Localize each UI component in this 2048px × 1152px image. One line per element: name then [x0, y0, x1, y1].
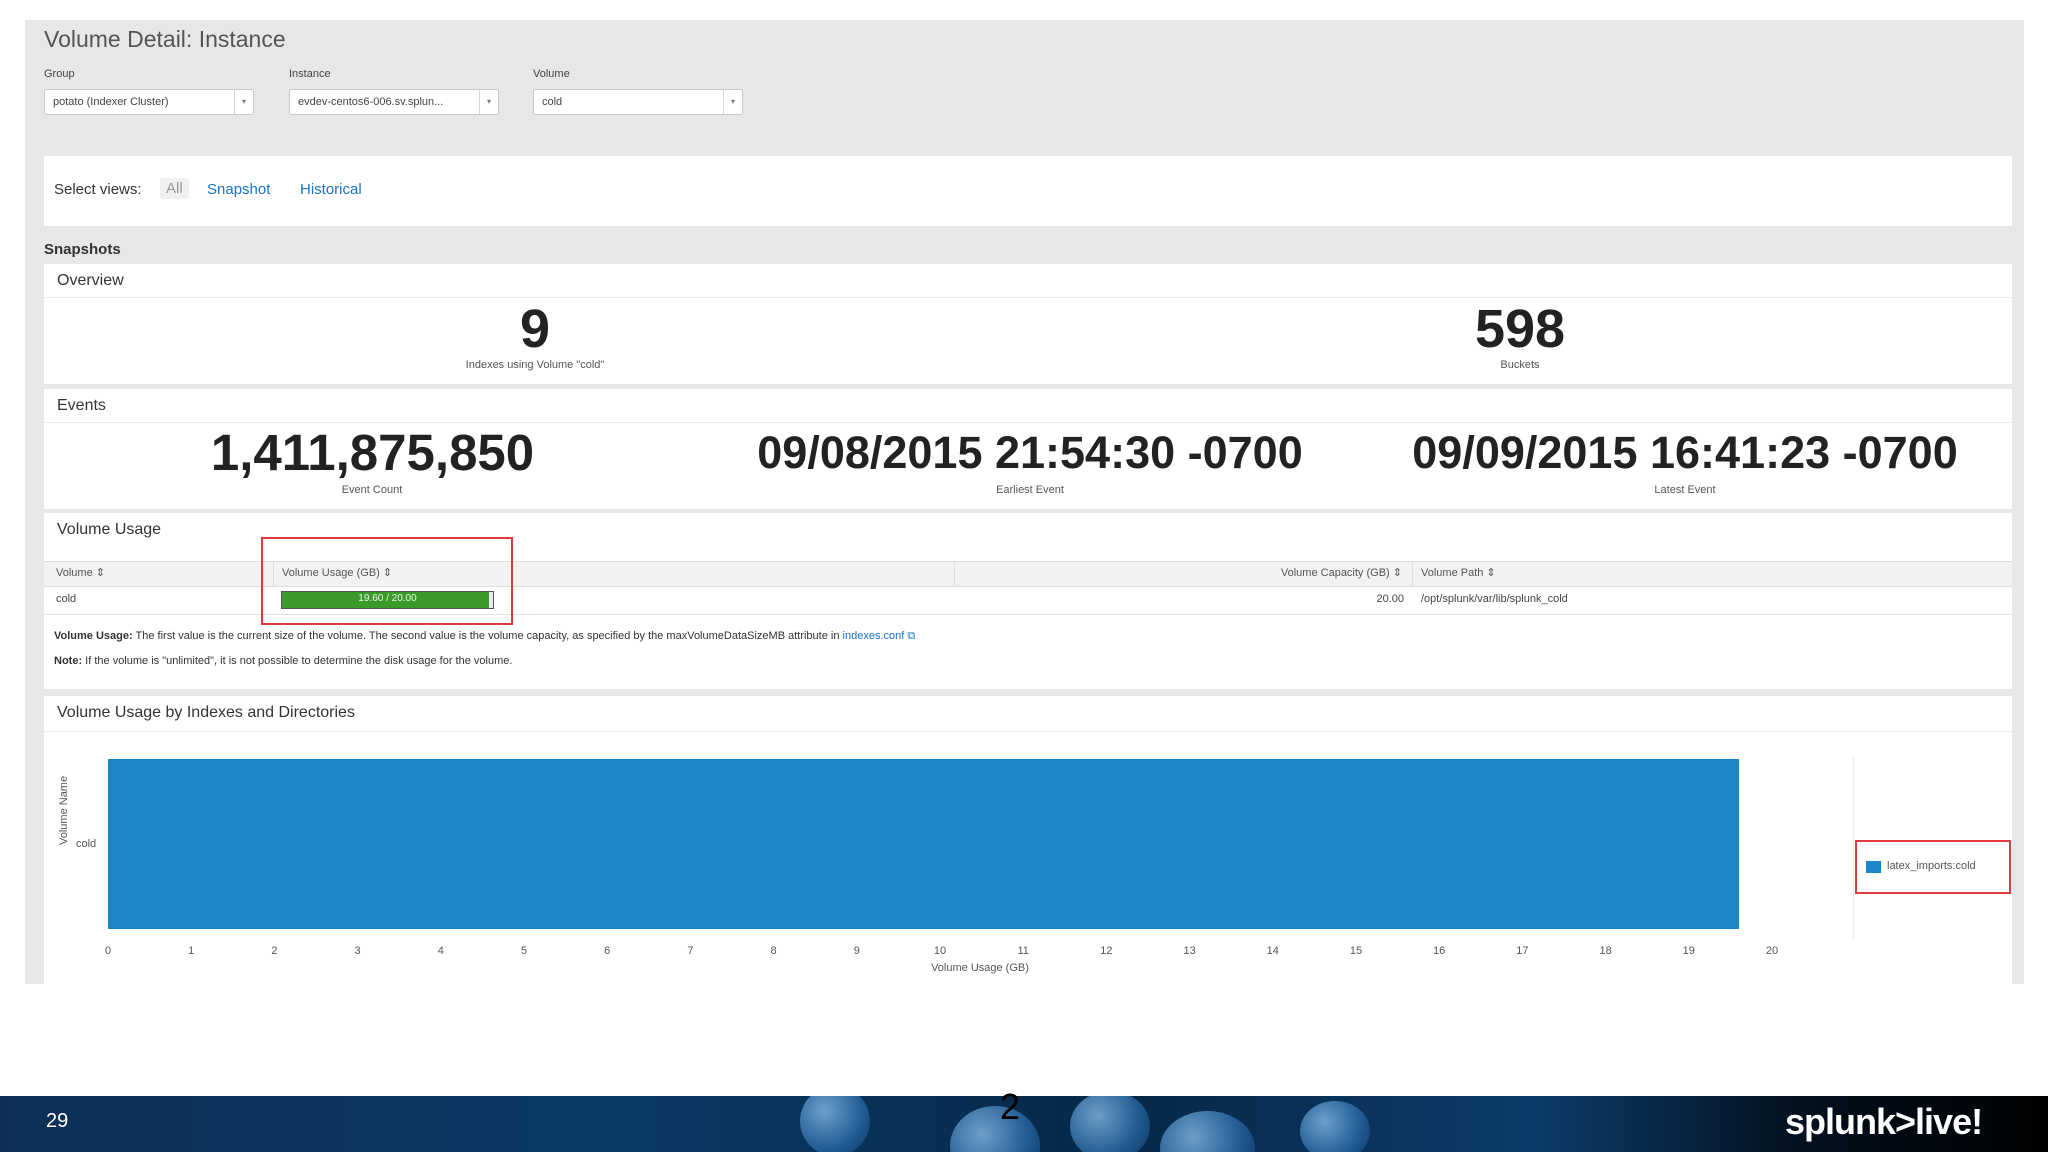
x-tick-label: 12: [1100, 945, 1113, 957]
cell-path: /opt/splunk/var/lib/splunk_cold: [1421, 593, 1568, 605]
column-divider: [954, 562, 955, 586]
volume-usage-note-2: Note: If the volume is "unlimited", it i…: [54, 655, 513, 667]
instance-dropdown[interactable]: evdev-centos6-006.sv.splun... ▾: [289, 89, 499, 115]
x-tick-label: 9: [853, 945, 860, 957]
chart-x-axis-label: Volume Usage (GB): [931, 962, 1029, 974]
x-tick-label: 4: [437, 945, 444, 957]
instance-value: evdev-centos6-006.sv.splun...: [298, 96, 444, 108]
chart-bar[interactable]: [108, 759, 1739, 929]
column-header-capacity[interactable]: Volume Capacity (GB) ⇕: [1170, 566, 1402, 579]
latest-event-label: Latest Event: [1654, 484, 1716, 496]
decor-bubble: [1160, 1111, 1255, 1152]
page-title: Volume Detail: Instance: [44, 26, 286, 52]
x-tick-label: 6: [604, 945, 611, 957]
chevron-down-icon[interactable]: ▾: [479, 90, 498, 114]
decor-bubble: [950, 1106, 1040, 1152]
volume-dropdown[interactable]: cold ▾: [533, 89, 743, 115]
legend-divider: [1853, 755, 1854, 940]
external-link-icon[interactable]: ⧉: [907, 630, 915, 642]
volume-label: Volume: [533, 68, 570, 80]
volume-value: cold: [542, 96, 563, 108]
event-count-label: Event Count: [341, 484, 403, 496]
x-tick-label: 7: [687, 945, 694, 957]
cell-capacity: 20.00: [1376, 593, 1404, 605]
x-tick-label: 10: [933, 945, 947, 957]
volume-usage-title: Volume Usage: [57, 521, 162, 538]
x-tick-label: 19: [1682, 945, 1695, 957]
legend-swatch: [1866, 861, 1881, 873]
decor-bubble: [800, 1096, 870, 1152]
chart-y-axis-label: Volume Name: [58, 775, 70, 845]
x-tick-label: 5: [520, 945, 528, 957]
legend-label[interactable]: latex_imports:cold: [1887, 860, 1976, 872]
buckets-count: 598: [1474, 299, 1566, 359]
divider: [44, 297, 2012, 298]
column-divider: [1412, 562, 1413, 586]
chart-category-label: cold: [76, 838, 97, 850]
earliest-event-label: Earliest Event: [996, 484, 1064, 496]
indexes-conf-link[interactable]: indexes.conf: [843, 630, 905, 642]
x-tick-label: 13: [1183, 945, 1196, 957]
indexes-count: 9: [519, 299, 551, 359]
x-tick-label: 3: [354, 945, 361, 957]
view-snapshot-link[interactable]: Snapshot: [207, 181, 270, 198]
latest-event: 09/09/2015 16:41:23 -0700: [1412, 427, 1958, 478]
group-dropdown[interactable]: potato (Indexer Cluster) ▾: [44, 89, 254, 115]
x-tick-label: 1: [188, 945, 195, 957]
x-tick-label: 8: [770, 945, 777, 957]
decor-bubble: [1300, 1101, 1370, 1152]
group-label: Group: [44, 68, 75, 80]
x-tick-label: 2: [271, 945, 278, 957]
splunk-live-logo: splunk>live!: [1785, 1101, 1983, 1142]
chart-x-ticks: 0 1 2 3 4 5 6 7 8 9 10 11 12 13 14 15 16 17 18 19 20: [0, 945, 2048, 961]
slide-number: 29: [46, 1110, 69, 1132]
select-views-label: Select views:: [54, 181, 142, 198]
column-header-path[interactable]: Volume Path ⇕: [1421, 566, 1496, 579]
highlight-box: [261, 537, 513, 625]
group-value: potato (Indexer Cluster): [53, 96, 169, 108]
x-tick-label: 20: [1765, 945, 1779, 957]
x-tick-label: 16: [1433, 945, 1446, 957]
x-tick-label: 14: [1266, 945, 1279, 957]
overview-title: Overview: [57, 272, 124, 289]
x-tick-label: 18: [1599, 945, 1612, 957]
instance-label: Instance: [289, 68, 331, 80]
chevron-down-icon[interactable]: ▾: [234, 90, 253, 114]
snapshots-heading: Snapshots: [44, 241, 121, 258]
chevron-down-icon[interactable]: ▾: [723, 90, 742, 114]
presentation-footer: [0, 1096, 2048, 1152]
decor-bubble: [1070, 1096, 1150, 1152]
x-tick-label: 0: [104, 945, 112, 957]
column-header-volume[interactable]: Volume ⇕: [56, 566, 105, 579]
buckets-count-label: Buckets: [1500, 359, 1540, 371]
events-title: Events: [57, 397, 106, 414]
x-tick-label: 11: [1017, 945, 1029, 957]
indexes-count-label: Indexes using Volume "cold": [465, 359, 605, 371]
x-tick-label: 15: [1349, 945, 1363, 957]
event-count: 1,411,875,850: [210, 424, 535, 481]
footer-center-text: 2: [1000, 1086, 1021, 1127]
chart-title: Volume Usage by Indexes and Directories: [57, 704, 355, 721]
cell-volume: cold: [56, 593, 77, 605]
view-historical-link[interactable]: Historical: [300, 181, 362, 198]
x-tick-label: 17: [1516, 945, 1529, 957]
volume-usage-note: Volume Usage: The first value is the cur…: [54, 630, 916, 642]
overview-panel: [44, 264, 2012, 384]
view-all-button[interactable]: All: [160, 178, 189, 199]
earliest-event: 09/08/2015 21:54:30 -0700: [757, 427, 1303, 478]
divider: [44, 731, 2012, 732]
